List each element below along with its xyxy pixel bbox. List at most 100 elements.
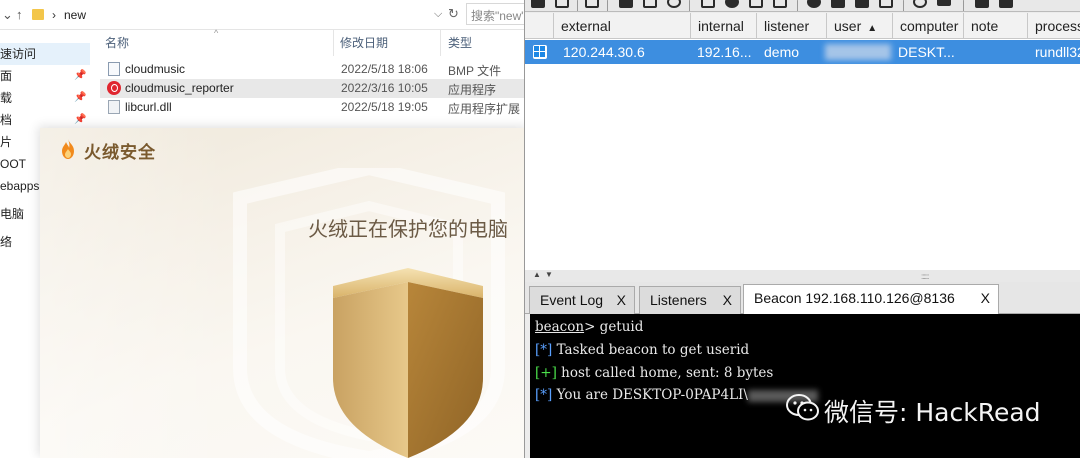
gold-shield-icon xyxy=(333,268,483,458)
nav-item-downloads[interactable]: 载 📌 xyxy=(0,87,90,109)
file-name: cloudmusic xyxy=(125,62,186,76)
refresh-icon[interactable]: ↻ xyxy=(448,6,459,22)
column-header-computer[interactable]: computer xyxy=(893,13,964,39)
file-date: 2022/3/16 10:05 xyxy=(341,81,428,95)
huorong-brand: 火绒安全 xyxy=(84,143,156,162)
toolbar-headset-icon[interactable] xyxy=(585,0,599,8)
column-header-note[interactable]: note xyxy=(964,13,1028,39)
session-row[interactable]: 120.244.30.6 192.16... demo DESKT... run… xyxy=(525,40,1080,64)
toolbar-credentials-icon[interactable] xyxy=(701,0,715,8)
toolbar-disconnect-icon[interactable] xyxy=(555,0,569,8)
toolbar-document-icon[interactable] xyxy=(879,0,893,8)
huorong-security-window: 火绒安全 火绒正在保护您的电脑 xyxy=(40,128,528,458)
nav-item-label: 载 xyxy=(0,91,13,105)
pin-icon: 📌 xyxy=(74,70,87,81)
file-row[interactable]: cloudmusic 2022/5/18 18:06 BMP 文件 xyxy=(100,60,528,79)
column-header-listener[interactable]: listener xyxy=(757,13,827,39)
nav-item-label: 片 xyxy=(0,135,13,149)
nav-item-desktop[interactable]: 面 📌 xyxy=(0,65,90,87)
session-process: rundll32 xyxy=(1035,44,1080,60)
column-header-date[interactable]: 修改日期 xyxy=(340,34,388,51)
nav-item-label: 面 xyxy=(0,69,13,83)
bmp-file-icon xyxy=(108,62,120,76)
nav-item-label: OOT xyxy=(0,157,26,171)
close-tab-icon[interactable]: X xyxy=(981,290,990,306)
column-header-name[interactable]: 名称 xyxy=(105,34,129,51)
address-dropdown-icon[interactable]: ⌵ xyxy=(434,8,442,21)
split-grip-icon[interactable]: :::::: xyxy=(921,272,929,281)
chevron-down-icon[interactable]: ⌄ xyxy=(2,7,13,23)
toolbar-session-table-icon[interactable] xyxy=(643,0,657,8)
column-header-external[interactable]: external xyxy=(554,13,691,39)
toolbar-console-icon[interactable] xyxy=(937,0,951,6)
toolbar-separator xyxy=(689,0,690,11)
console-text: Tasked beacon to get userid xyxy=(552,342,750,358)
column-header-process[interactable]: process xyxy=(1028,13,1080,39)
dll-file-icon xyxy=(108,100,120,114)
close-tab-icon[interactable]: X xyxy=(723,292,732,308)
breadcrumb[interactable]: new xyxy=(64,8,86,22)
console-info-tag: [*] xyxy=(535,342,553,358)
file-name: cloudmusic_reporter xyxy=(125,81,234,95)
toolbar-separator xyxy=(963,0,964,11)
console-line: [+] host called home, sent: 8 bytes xyxy=(535,365,773,381)
console-info-tag: [*] xyxy=(535,387,553,403)
toolbar-cube-icon[interactable] xyxy=(999,0,1013,8)
console-ok-tag: [+] xyxy=(535,365,557,381)
huorong-flame-logo-icon xyxy=(62,139,74,159)
redacted-user xyxy=(825,44,891,60)
console-line: [*] Tasked beacon to get userid xyxy=(535,342,749,358)
tab-beacon[interactable]: Beacon 192.168.110.126@8136 X xyxy=(743,284,999,315)
toolbar-script-icon[interactable] xyxy=(855,0,869,8)
session-external-ip: 120.244.30.6 xyxy=(563,44,645,60)
breadcrumb-separator-icon: › xyxy=(52,8,56,22)
tab-event-log[interactable]: Event Log X xyxy=(529,286,635,314)
toolbar-separator xyxy=(903,0,904,11)
toolbar-settings-gear-icon[interactable] xyxy=(807,0,821,8)
console-line: [*] You are DESKTOP-0PAP4LI\ xyxy=(535,387,818,403)
toolbar-web-drive-by-icon[interactable] xyxy=(831,0,845,8)
nav-item-quick-access[interactable]: 速访问 xyxy=(0,43,90,65)
protection-status-text: 火绒正在保护您的电脑 xyxy=(308,219,508,241)
toolbar-target-icon[interactable] xyxy=(667,0,681,8)
toolbar-pivot-graph-icon[interactable] xyxy=(619,0,633,8)
toolbar-connect-icon[interactable] xyxy=(531,0,545,8)
search-input[interactable]: 搜索"new" xyxy=(466,3,528,25)
toolbar-screenshot-icon[interactable] xyxy=(773,0,787,8)
file-list: ^ 名称 修改日期 类型 cloudmusic 2022/5/18 18:06 … xyxy=(90,28,528,130)
session-listener: demo xyxy=(764,44,800,60)
column-divider[interactable] xyxy=(333,30,334,56)
toolbar-download-icon[interactable] xyxy=(725,0,739,8)
wechat-icon xyxy=(786,394,819,421)
column-divider[interactable] xyxy=(440,30,441,56)
nav-item-label: 速访问 xyxy=(0,47,37,61)
background-shade xyxy=(40,128,230,458)
file-row[interactable]: libcurl.dll 2022/5/18 19:05 应用程序扩展 xyxy=(100,98,528,117)
console-text: host called home, sent: 8 bytes xyxy=(556,365,774,381)
toolbar-keystroke-icon[interactable] xyxy=(749,0,763,8)
toolbar-link-icon[interactable] xyxy=(913,0,927,8)
split-pane-divider[interactable]: ▲ ▼ :::::: xyxy=(525,270,1080,282)
file-name: libcurl.dll xyxy=(125,100,172,114)
toolbar-separator xyxy=(797,0,798,11)
toolbar-separator xyxy=(607,0,608,11)
nav-item-label: 档 xyxy=(0,113,13,127)
watermark-text: 微信号: HackRead xyxy=(824,398,1041,427)
file-row[interactable]: cloudmusic_reporter 2022/3/16 10:05 应用程序 xyxy=(100,79,528,98)
tab-bar: Event Log X Listeners X Beacon 192.168.1… xyxy=(525,282,1080,315)
session-internal-ip: 192.16... xyxy=(697,44,752,60)
collapse-down-icon[interactable]: ▼ xyxy=(545,270,553,279)
up-arrow-icon[interactable]: ↑ xyxy=(16,7,23,22)
column-header-icon[interactable] xyxy=(525,13,554,39)
column-header-type[interactable]: 类型 xyxy=(448,34,472,51)
close-tab-icon[interactable]: X xyxy=(617,292,626,308)
tab-listeners[interactable]: Listeners X xyxy=(639,286,741,314)
folder-icon xyxy=(32,9,44,20)
column-header-internal[interactable]: internal xyxy=(691,13,757,39)
toolbar-log-icon[interactable] xyxy=(975,0,989,8)
beacon-console[interactable]: beacon> getuid [*] Tasked beacon to get … xyxy=(530,314,1080,458)
tab-label: Listeners xyxy=(650,292,707,308)
console-text: You are DESKTOP-0PAP4LI\ xyxy=(552,387,748,403)
collapse-up-icon[interactable]: ▲ xyxy=(533,270,541,279)
column-header-user[interactable]: user ▲ xyxy=(827,13,893,39)
